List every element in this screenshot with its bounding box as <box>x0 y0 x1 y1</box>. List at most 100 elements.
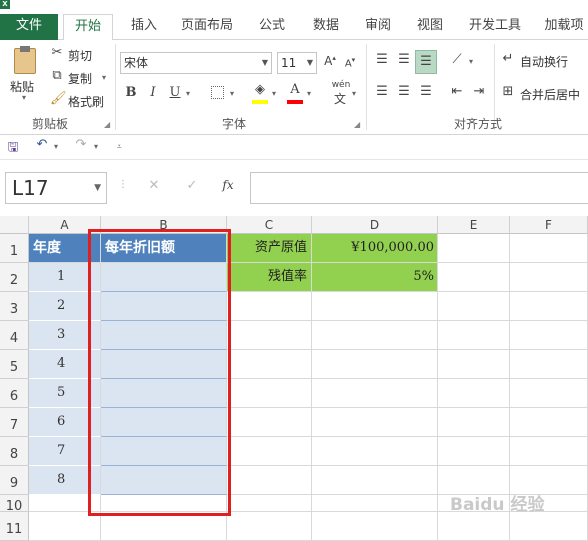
tab-file[interactable]: 文件 <box>0 14 58 41</box>
cancel-icon[interactable]: ✕ <box>146 178 162 193</box>
font-color-dropdown-icon[interactable]: ▾ <box>307 89 311 98</box>
tab-view[interactable]: 视图 <box>410 14 450 40</box>
tab-review[interactable]: 审阅 <box>358 14 398 40</box>
underline-button[interactable]: U <box>168 85 182 100</box>
cell-c9[interactable] <box>227 466 312 495</box>
align-top-icon[interactable]: ☰ <box>373 52 391 67</box>
align-middle-icon[interactable]: ☰ <box>395 52 413 67</box>
cell-f2[interactable] <box>510 263 588 292</box>
bold-button[interactable]: B <box>124 85 138 100</box>
cell-c6[interactable] <box>227 379 312 408</box>
tab-insert[interactable]: 插入 <box>124 14 164 40</box>
font-name-select[interactable]: 宋体 ▼ <box>120 52 272 74</box>
cell-d4[interactable] <box>312 321 438 350</box>
column-header-f[interactable]: F <box>510 216 588 234</box>
cell-d10[interactable] <box>312 495 438 512</box>
cell-d8[interactable] <box>312 437 438 466</box>
name-box[interactable]: L17 ▼ <box>5 172 107 204</box>
cell-f4[interactable] <box>510 321 588 350</box>
cell-d11[interactable] <box>312 512 438 541</box>
cell-e6[interactable] <box>438 379 510 408</box>
cell-f5[interactable] <box>510 350 588 379</box>
cell-c10[interactable] <box>227 495 312 512</box>
cell-e1[interactable] <box>438 234 510 263</box>
undo-dropdown-icon[interactable]: ▾ <box>54 142 58 151</box>
cell-f11[interactable] <box>510 512 588 541</box>
cell-c7[interactable] <box>227 408 312 437</box>
row-header-10[interactable]: 10 <box>0 495 29 514</box>
cut-button[interactable]: 剪切 <box>68 47 92 64</box>
decrease-indent-icon[interactable]: ⇤ <box>448 84 466 99</box>
tab-formulas[interactable]: 公式 <box>252 14 292 40</box>
cell-d2[interactable]: 5% <box>312 263 438 292</box>
orientation-icon[interactable]: ⟋ <box>448 52 466 67</box>
cell-d9[interactable] <box>312 466 438 495</box>
row-header-7[interactable]: 7 <box>0 408 29 437</box>
customize-qat-icon[interactable]: ⩡ <box>117 142 122 152</box>
row-header-5[interactable]: 5 <box>0 350 29 379</box>
column-header-e[interactable]: E <box>438 216 510 234</box>
row-header-1[interactable]: 1 <box>0 234 29 263</box>
tab-addins[interactable]: 加载项 <box>540 14 588 40</box>
fill-color-icon[interactable]: ◈ <box>252 82 268 97</box>
increase-indent-icon[interactable]: ⇥ <box>470 84 488 99</box>
paste-button[interactable]: 粘贴 ▾ <box>8 46 44 104</box>
shrink-font-icon[interactable]: A▾ <box>341 56 359 69</box>
cell-d3[interactable] <box>312 292 438 321</box>
redo-dropdown-icon[interactable]: ▾ <box>94 142 98 151</box>
copy-button[interactable]: 复制 <box>68 70 92 87</box>
row-header-6[interactable]: 6 <box>0 379 29 408</box>
column-header-c[interactable]: C <box>227 216 312 234</box>
phonetic-dropdown-icon[interactable]: ▾ <box>352 89 356 98</box>
cell-e4[interactable] <box>438 321 510 350</box>
clipboard-launcher-icon[interactable]: ◢ <box>104 120 110 129</box>
row-header-11[interactable]: 11 <box>0 512 29 541</box>
cell-c11[interactable] <box>227 512 312 541</box>
cell-e7[interactable] <box>438 408 510 437</box>
cell-e5[interactable] <box>438 350 510 379</box>
redo-icon[interactable]: ↷ <box>73 137 89 152</box>
align-right-icon[interactable]: ☰ <box>417 84 435 99</box>
cell-a11[interactable] <box>29 512 101 541</box>
tab-page-layout[interactable]: 页面布局 <box>178 14 236 40</box>
row-header-2[interactable]: 2 <box>0 263 29 292</box>
cell-d1[interactable]: ¥100,000.00 <box>312 234 438 263</box>
save-icon[interactable]: 🖫 <box>5 138 21 160</box>
tab-developer[interactable]: 开发工具 <box>465 14 525 40</box>
cell-c2[interactable]: 残值率 <box>227 263 312 292</box>
row-header-3[interactable]: 3 <box>0 292 29 321</box>
align-left-icon[interactable]: ☰ <box>373 84 391 99</box>
cell-b11[interactable] <box>101 512 227 541</box>
cell-f6[interactable] <box>510 379 588 408</box>
row-header-9[interactable]: 9 <box>0 466 29 495</box>
merge-center-button[interactable]: 合并后居中 <box>520 86 580 103</box>
cell-f1[interactable] <box>510 234 588 263</box>
cell-c8[interactable] <box>227 437 312 466</box>
row-header-4[interactable]: 4 <box>0 321 29 350</box>
font-color-icon[interactable]: A <box>288 82 302 97</box>
tab-home[interactable]: 开始 <box>63 14 113 41</box>
border-dropdown-icon[interactable]: ▾ <box>230 89 234 98</box>
underline-dropdown-icon[interactable]: ▾ <box>186 89 190 98</box>
cell-e11[interactable] <box>438 512 510 541</box>
format-painter-button[interactable]: 格式刷 <box>68 93 104 110</box>
insert-function-button[interactable]: fx <box>218 178 238 192</box>
cell-f3[interactable] <box>510 292 588 321</box>
cell-e2[interactable] <box>438 263 510 292</box>
tab-data[interactable]: 数据 <box>306 14 346 40</box>
italic-button[interactable]: I <box>146 85 160 100</box>
formula-input[interactable] <box>250 172 588 204</box>
undo-icon[interactable]: ↶ <box>34 137 50 152</box>
fill-dropdown-icon[interactable]: ▾ <box>272 89 276 98</box>
wrap-text-button[interactable]: 自动换行 <box>520 53 568 70</box>
select-all-corner[interactable] <box>0 216 29 234</box>
cell-f7[interactable] <box>510 408 588 437</box>
orientation-dropdown-icon[interactable]: ▾ <box>469 57 473 66</box>
font-launcher-icon[interactable]: ◢ <box>354 120 360 129</box>
align-bottom-icon[interactable]: ☰ <box>415 50 437 74</box>
align-center-icon[interactable]: ☰ <box>395 84 413 99</box>
copy-dropdown-icon[interactable]: ▾ <box>102 73 106 82</box>
paste-dropdown-icon[interactable]: ▾ <box>22 93 26 102</box>
enter-icon[interactable]: ✓ <box>184 178 200 193</box>
phonetic-button[interactable]: wén <box>330 80 352 90</box>
